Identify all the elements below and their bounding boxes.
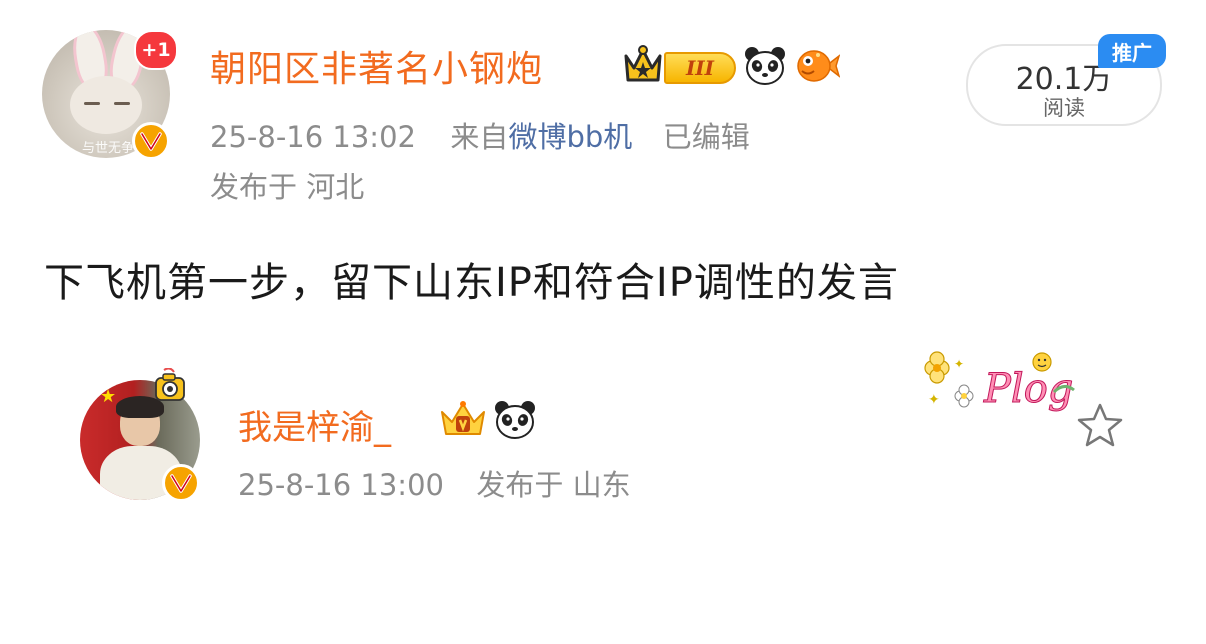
crown-icon	[624, 45, 662, 82]
post-location: 发布于 河北	[210, 170, 365, 204]
level-badge[interactable]: III	[664, 52, 736, 84]
ad-tag: 推广	[1098, 34, 1166, 68]
post-meta: 25-8-16 13:02 来自微博bb机 已编辑	[210, 114, 750, 156]
plog-sticker-icon: ✦ ✦ Plog	[924, 351, 1075, 413]
source-prefix: 来自	[450, 120, 509, 154]
svg-text:✦: ✦	[928, 392, 940, 408]
author-name[interactable]: 朝阳区非著名小钢炮	[210, 40, 543, 92]
repost-verified-icon	[162, 464, 200, 502]
camera-pendant-icon	[155, 368, 185, 401]
fish-icon[interactable]	[796, 46, 840, 86]
post-timestamp: 25-8-16 13:02	[210, 120, 416, 154]
notification-badge[interactable]: +1	[134, 30, 178, 70]
cat-face	[70, 76, 142, 134]
post-source-link[interactable]: 微博bb机	[508, 120, 632, 154]
verified-icon	[132, 122, 170, 160]
avatar-watermark: 与世无争	[82, 141, 135, 156]
repost-meta: 25-8-16 13:00 发布于 山东	[238, 462, 631, 504]
vip-crown-icon	[441, 401, 485, 435]
cat-eye-right	[114, 102, 130, 105]
edited-label[interactable]: 已编辑	[663, 120, 750, 154]
repost-timestamp: 25-8-16 13:00	[238, 468, 444, 502]
repost-author-name[interactable]: 我是梓渝_	[238, 400, 391, 449]
favorite-star-icon[interactable]	[1076, 402, 1124, 448]
cat-eye-left	[84, 102, 100, 105]
flower-icon	[924, 351, 950, 384]
read-label: 阅读	[1043, 96, 1085, 120]
repost-location: 发布于 山东	[476, 468, 631, 502]
repost-panda-icon[interactable]	[494, 400, 536, 440]
flower-small-icon	[954, 384, 974, 408]
flag-star-icon: ★	[100, 386, 117, 407]
svg-text:✦: ✦	[954, 357, 964, 371]
post-content: 下飞机第一步，留下山东IP和符合IP调性的发言	[44, 260, 899, 306]
panda-icon[interactable]	[744, 46, 786, 86]
smiley-icon	[1032, 352, 1052, 372]
